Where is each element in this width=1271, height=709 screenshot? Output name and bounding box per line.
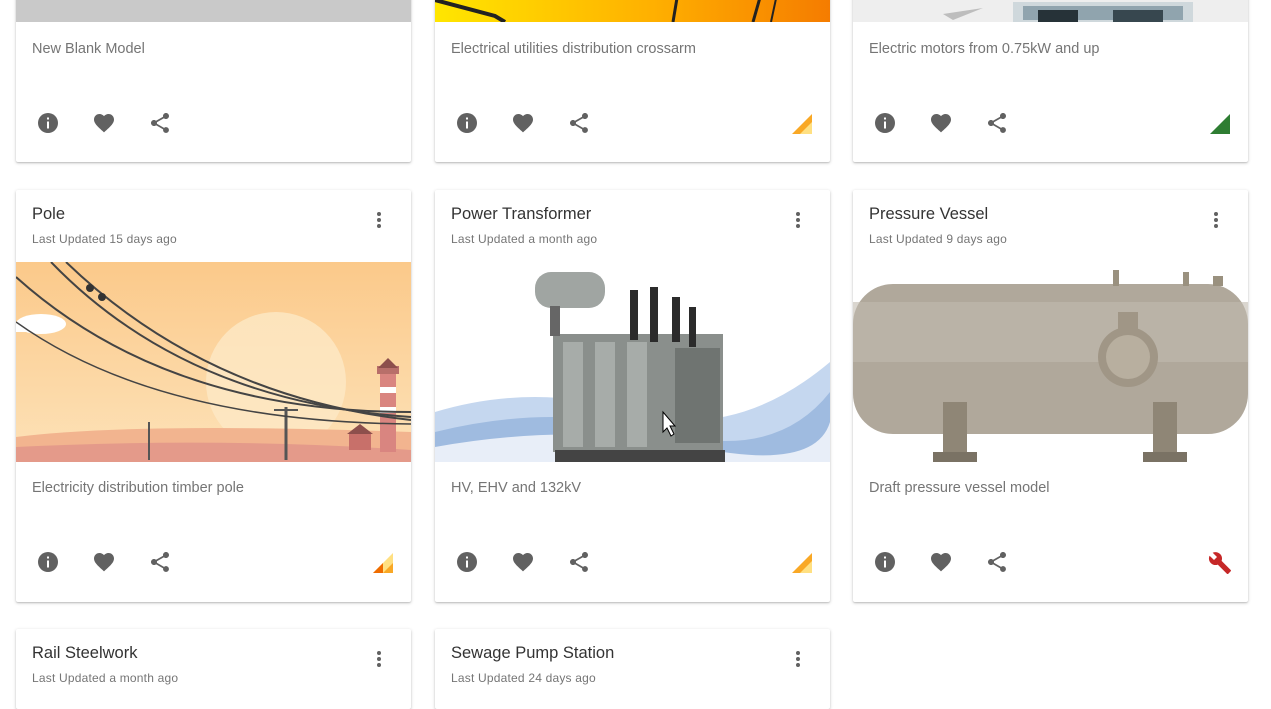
card-actions [853, 103, 1248, 143]
heart-icon[interactable] [511, 111, 535, 135]
card-actions [435, 103, 830, 143]
card-description: Draft pressure vessel model [869, 480, 1050, 496]
info-icon[interactable] [455, 111, 479, 135]
card-description: Electric motors from 0.75kW and up [869, 41, 1100, 57]
card-image [435, 262, 830, 462]
heart-icon[interactable] [511, 550, 535, 574]
card-header: Sewage Pump Station Last Updated 24 days… [435, 629, 830, 701]
card-title: Rail Steelwork [32, 644, 138, 662]
share-icon[interactable] [985, 111, 1009, 135]
more-vert-icon[interactable] [369, 210, 389, 230]
more-vert-icon[interactable] [788, 649, 808, 669]
maturity-status-icon [373, 553, 393, 573]
card-header: Pole Last Updated 15 days ago [16, 190, 411, 262]
model-card-sewage-pump-station[interactable]: Sewage Pump Station Last Updated 24 days… [435, 629, 830, 709]
card-title: Pressure Vessel [869, 205, 989, 223]
share-icon[interactable] [985, 550, 1009, 574]
info-icon[interactable] [36, 111, 60, 135]
more-vert-icon[interactable] [788, 210, 808, 230]
maturity-status-icon [792, 114, 812, 134]
card-description: HV, EHV and 132kV [451, 480, 582, 496]
heart-icon[interactable] [929, 111, 953, 135]
card-image [435, 0, 830, 22]
maturity-status-icon [1210, 114, 1230, 134]
share-icon[interactable] [148, 111, 172, 135]
more-vert-icon[interactable] [369, 649, 389, 669]
card-last-updated: Last Updated 15 days ago [32, 232, 177, 246]
card-description: New Blank Model [32, 41, 145, 57]
info-icon[interactable] [873, 111, 897, 135]
info-icon[interactable] [873, 550, 897, 574]
info-icon[interactable] [36, 550, 60, 574]
model-card-electric-motors[interactable]: Electric motors from 0.75kW and up [853, 0, 1248, 162]
card-header: Rail Steelwork Last Updated a month ago [16, 629, 411, 701]
model-card-pole[interactable]: Pole Last Updated 15 days ago Electricit… [16, 190, 411, 602]
model-card-crossarm[interactable]: Electrical utilities distribution crossa… [435, 0, 830, 162]
card-description: Electricity distribution timber pole [32, 480, 244, 496]
model-card-rail-steelwork[interactable]: Rail Steelwork Last Updated a month ago [16, 629, 411, 709]
card-last-updated: Last Updated 9 days ago [869, 232, 1008, 246]
model-card-blank[interactable]: New Blank Model [16, 0, 411, 162]
card-image [853, 262, 1248, 462]
card-last-updated: Last Updated a month ago [451, 232, 598, 246]
card-description: Electrical utilities distribution crossa… [451, 41, 696, 57]
card-actions [16, 542, 411, 582]
heart-icon[interactable] [929, 550, 953, 574]
card-header: Pressure Vessel Last Updated 9 days ago [853, 190, 1248, 262]
heart-icon[interactable] [92, 550, 116, 574]
card-image [16, 262, 411, 462]
card-title: Power Transformer [451, 205, 592, 223]
share-icon[interactable] [567, 111, 591, 135]
card-last-updated: Last Updated a month ago [32, 671, 179, 685]
heart-icon[interactable] [92, 111, 116, 135]
card-actions [853, 542, 1248, 582]
card-actions [16, 103, 411, 143]
info-icon[interactable] [455, 550, 479, 574]
share-icon[interactable] [148, 550, 172, 574]
card-title: Pole [32, 205, 66, 223]
model-card-power-transformer[interactable]: Power Transformer Last Updated a month a… [435, 190, 830, 602]
card-title: Sewage Pump Station [451, 644, 615, 662]
maturity-status-icon [792, 553, 812, 573]
card-actions [435, 542, 830, 582]
card-last-updated: Last Updated 24 days ago [451, 671, 596, 685]
more-vert-icon[interactable] [1206, 210, 1226, 230]
card-image [853, 0, 1248, 22]
model-card-pressure-vessel[interactable]: Pressure Vessel Last Updated 9 days ago … [853, 190, 1248, 602]
share-icon[interactable] [567, 550, 591, 574]
card-header: Power Transformer Last Updated a month a… [435, 190, 830, 262]
card-image [16, 0, 411, 22]
wrench-icon [1208, 552, 1231, 574]
